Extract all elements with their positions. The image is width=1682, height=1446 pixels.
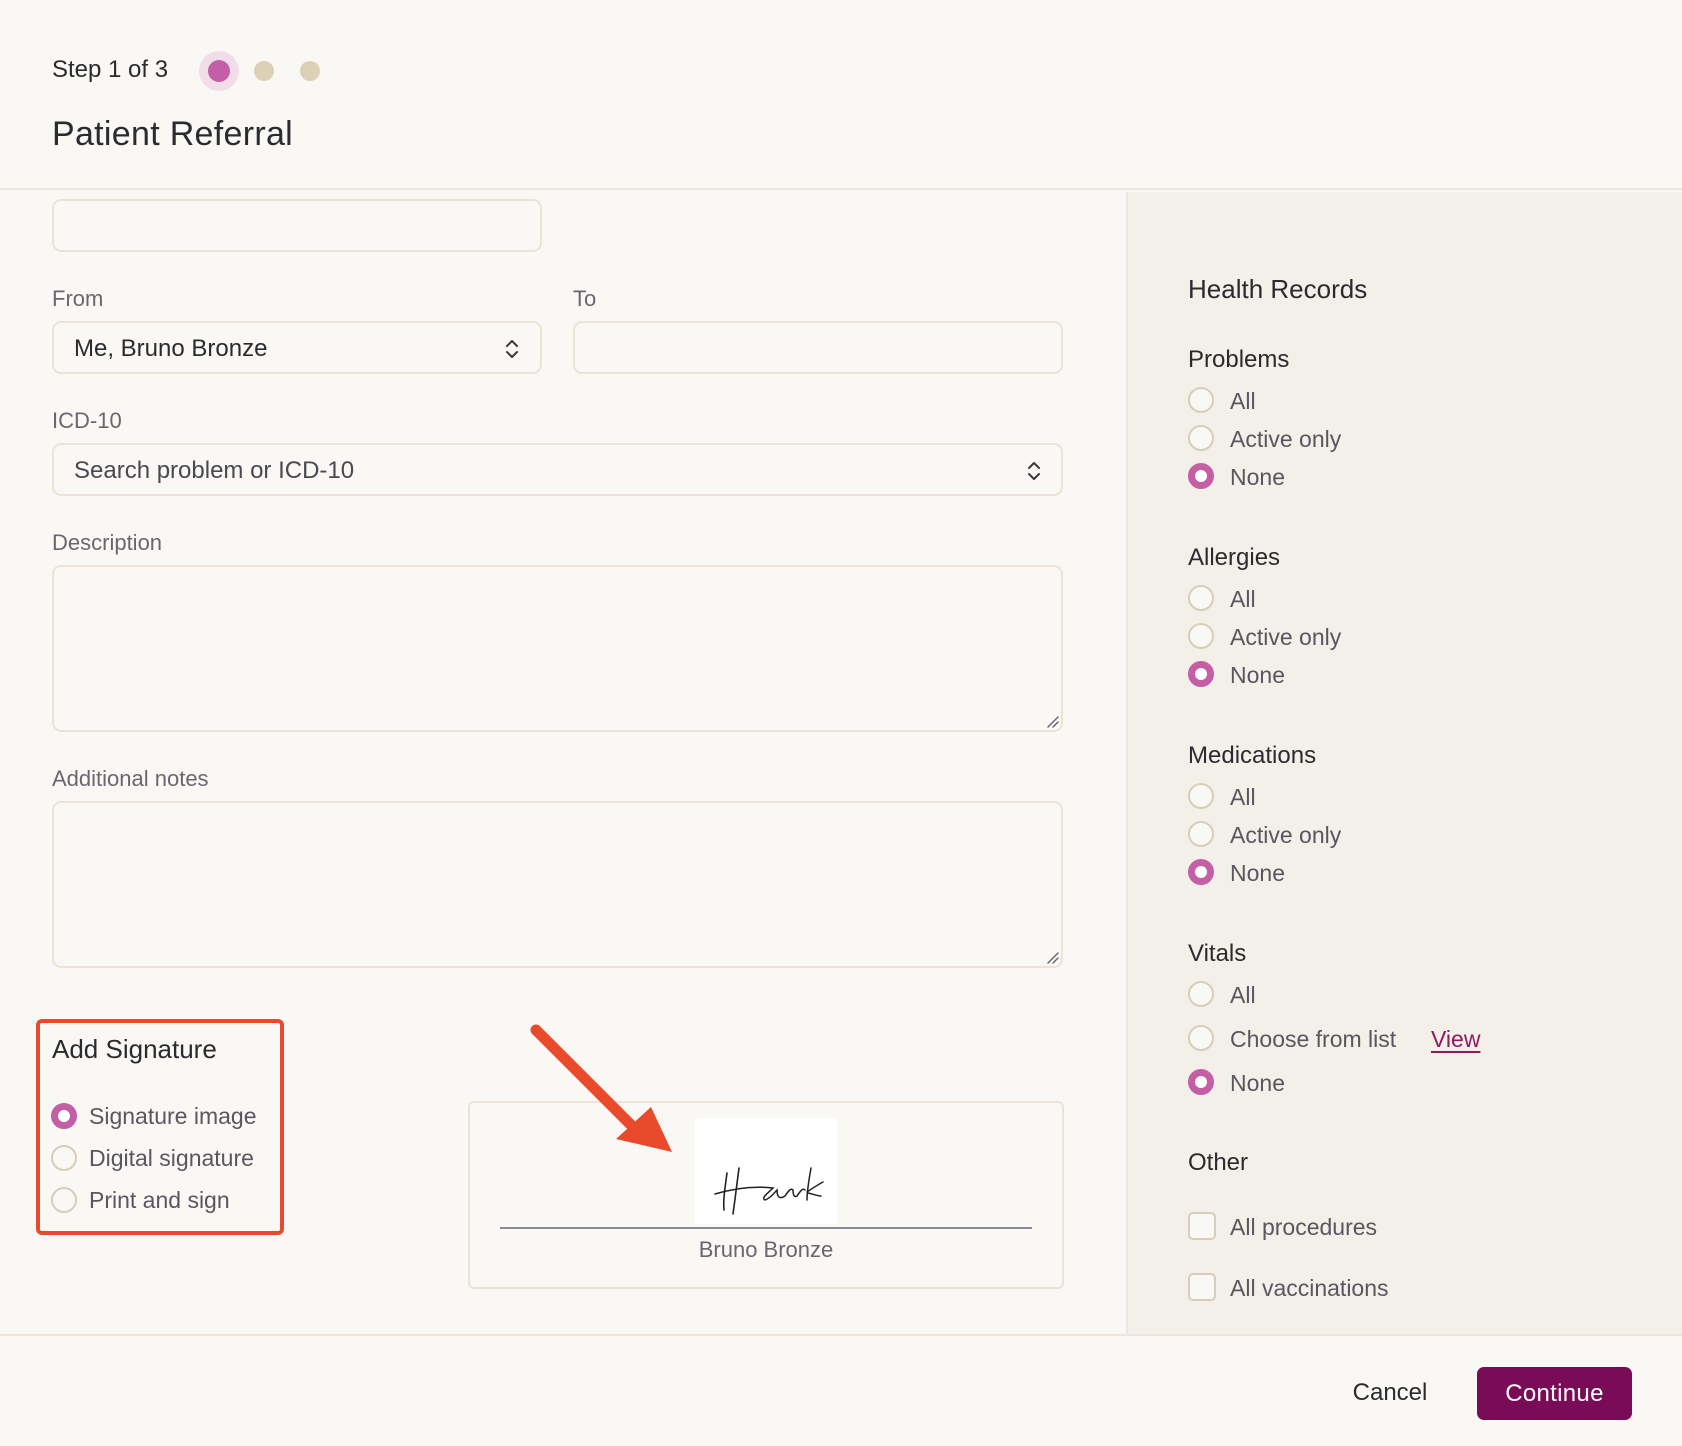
signer-name: Bruno Bronze [698,1237,834,1262]
medications-active-only-radio[interactable] [1188,821,1214,847]
allergies-active-only-radio[interactable] [1188,623,1214,649]
medications-active-only-label[interactable]: Active only [1230,822,1341,849]
header [0,0,1682,190]
signature-image-radio[interactable] [51,1103,77,1129]
vitals-all-radio[interactable] [1188,981,1214,1007]
medications-all-radio[interactable] [1188,783,1214,809]
vitals-choose-from-list-label[interactable]: Choose from list [1230,1026,1396,1053]
all-vaccinations-label[interactable]: All vaccinations [1230,1275,1389,1302]
signature-image [695,1118,837,1224]
all-procedures-checkbox[interactable] [1188,1212,1216,1240]
top-input[interactable] [52,199,542,252]
vitals-all-label[interactable]: All [1230,982,1256,1009]
step-dot-3 [300,61,320,81]
resize-handle-icon[interactable] [1044,949,1060,965]
digital-signature-label[interactable]: Digital signature [89,1145,254,1172]
medications-none-radio[interactable] [1188,859,1214,885]
to-label: To [573,286,597,311]
icd10-label: ICD-10 [52,408,122,433]
vitals-choose-from-list-radio[interactable] [1188,1025,1214,1051]
print-and-sign-radio[interactable] [51,1187,77,1213]
from-select-value: Me, Bruno Bronze [74,335,268,362]
allergies-all-radio[interactable] [1188,585,1214,611]
from-label: From [52,286,104,311]
medications-all-label[interactable]: All [1230,784,1256,811]
problems-none-label[interactable]: None [1230,464,1285,491]
vitals-view-link[interactable]: View [1431,1026,1480,1053]
additional-notes-textarea[interactable] [52,801,1063,968]
all-procedures-label[interactable]: All procedures [1230,1214,1377,1241]
chevron-updown-icon [1028,462,1040,480]
allergies-none-label[interactable]: None [1230,662,1285,689]
signature-line [500,1227,1032,1229]
print-and-sign-label[interactable]: Print and sign [89,1187,230,1214]
step-indicator-text: Step 1 of 3 [52,56,169,83]
description-label: Description [52,530,163,555]
from-select[interactable]: Me, Bruno Bronze [52,321,542,374]
step-dot-1-active [208,60,230,82]
medications-none-label[interactable]: None [1230,860,1285,887]
add-signature-title: Add Signature [52,1034,217,1064]
allergies-active-only-label[interactable]: Active only [1230,624,1341,651]
medications-title: Medications [1188,742,1317,769]
vitals-none-radio[interactable] [1188,1069,1214,1095]
page-title: Patient Referral [52,115,294,153]
chevron-updown-icon [506,340,518,358]
allergies-none-radio[interactable] [1188,661,1214,687]
signature-image-label[interactable]: Signature image [89,1103,257,1130]
problems-active-only-radio[interactable] [1188,425,1214,451]
additional-notes-label: Additional notes [52,766,209,791]
all-vaccinations-checkbox[interactable] [1188,1273,1216,1301]
description-textarea[interactable] [52,565,1063,732]
icd10-placeholder: Search problem or ICD-10 [74,457,355,484]
vitals-none-label[interactable]: None [1230,1070,1285,1097]
problems-all-radio[interactable] [1188,387,1214,413]
step-dot-2 [254,61,274,81]
cancel-button[interactable]: Cancel [1330,1368,1450,1418]
to-input[interactable] [573,321,1063,374]
problems-none-radio[interactable] [1188,463,1214,489]
annotation-arrow-icon [530,1024,672,1152]
resize-handle-icon[interactable] [1044,713,1060,729]
vitals-title: Vitals [1188,940,1247,967]
health-records-title: Health Records [1188,274,1368,304]
problems-active-only-label[interactable]: Active only [1230,426,1341,453]
allergies-title: Allergies [1188,544,1281,571]
digital-signature-radio[interactable] [51,1145,77,1171]
continue-button[interactable]: Continue [1477,1367,1632,1420]
problems-all-label[interactable]: All [1230,388,1256,415]
problems-title: Problems [1188,346,1290,373]
allergies-all-label[interactable]: All [1230,586,1256,613]
icd10-search-select[interactable]: Search problem or ICD-10 [52,443,1063,496]
handwritten-signature [714,1167,824,1215]
other-title: Other [1188,1149,1249,1176]
